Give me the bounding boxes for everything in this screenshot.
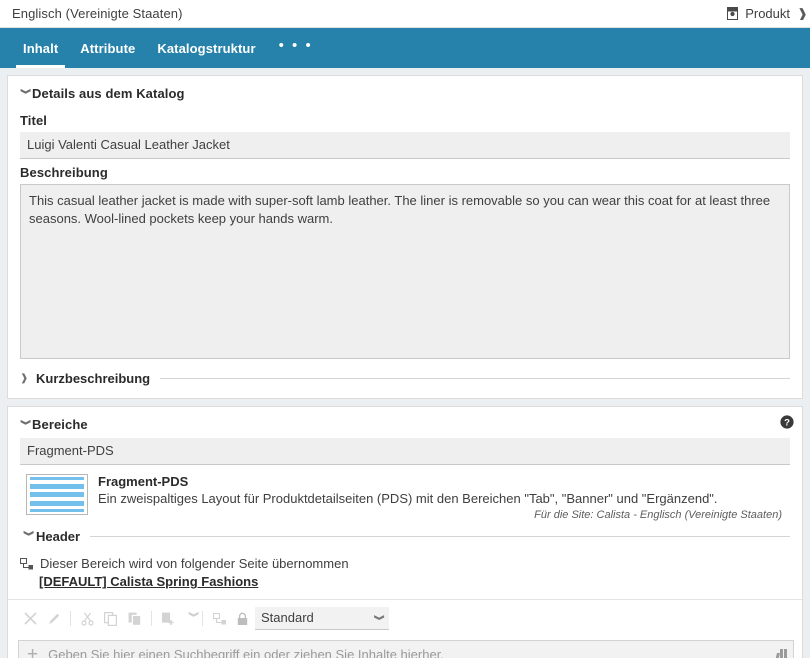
- search-input[interactable]: Geben Sie hier einen Suchbegriff ein ode…: [48, 647, 766, 658]
- editor-toolbar: ❱ Standard ❱: [8, 599, 802, 636]
- bereiche-body: Fragment-PDS Fragment-PDS Ein zweispalti…: [8, 438, 802, 554]
- tab-katalogstruktur[interactable]: Katalogstruktur: [146, 28, 266, 68]
- bereiche-panel-header[interactable]: ❱ Bereiche ?: [8, 407, 802, 438]
- product-icon: [727, 7, 738, 20]
- description-field-label: Beschreibung: [20, 165, 790, 180]
- fragment-header-value[interactable]: Fragment-PDS: [20, 438, 790, 465]
- tab-overflow-button[interactable]: • • •: [267, 28, 325, 68]
- section-divider: [160, 378, 790, 379]
- cut-button[interactable]: [75, 609, 99, 629]
- tab-attribute[interactable]: Attribute: [69, 28, 146, 68]
- inherited-from-page-icon: [20, 558, 33, 570]
- details-panel-header[interactable]: ❱ Details aus dem Katalog: [8, 76, 802, 107]
- title-field-block: Titel Luigi Valenti Casual Leather Jacke…: [8, 113, 802, 159]
- toolbar-divider: [70, 611, 71, 626]
- tab-inhalt[interactable]: Inhalt: [12, 28, 69, 68]
- toolbar-divider: [202, 611, 203, 626]
- tab-katalogstruktur-label: Katalogstruktur: [157, 41, 255, 56]
- tab-attribute-label: Attribute: [80, 41, 135, 56]
- title-field-value[interactable]: Luigi Valenti Casual Leather Jacket: [20, 132, 790, 159]
- inherit-row: Dieser Bereich wird von folgender Seite …: [8, 554, 802, 571]
- content-area: ❱ Details aus dem Katalog Titel Luigi Va…: [0, 68, 810, 658]
- top-bar-right-group: Produkt ❱: [727, 6, 802, 21]
- chevron-down-icon[interactable]: ❱: [20, 87, 30, 101]
- template-select[interactable]: Standard ❱: [255, 607, 389, 630]
- tab-inhalt-label: Inhalt: [23, 41, 58, 56]
- svg-text:?: ?: [784, 417, 790, 428]
- details-panel: ❱ Details aus dem Katalog Titel Luigi Va…: [7, 75, 803, 399]
- chevron-right-icon[interactable]: ❱: [20, 374, 36, 384]
- chevron-down-icon[interactable]: ❱: [23, 529, 33, 545]
- plus-icon[interactable]: +: [27, 645, 38, 658]
- title-field-label: Titel: [20, 113, 790, 128]
- bereiche-panel-title: Bereiche: [32, 417, 88, 432]
- template-select-value: Standard: [261, 610, 314, 625]
- tab-bar: Inhalt Attribute Katalogstruktur • • •: [0, 28, 810, 68]
- description-field-value[interactable]: This casual leather jacket is made with …: [20, 184, 790, 359]
- short-description-label: Kurzbeschreibung: [36, 371, 150, 386]
- content-dropzone[interactable]: + Geben Sie hier einen Suchbegriff ein o…: [18, 640, 794, 658]
- header-section-label: Header: [36, 529, 80, 544]
- resize-handle-icon[interactable]: [776, 648, 787, 658]
- edit-button[interactable]: [42, 609, 66, 629]
- section-divider: [90, 536, 790, 537]
- fragment-description: Ein zweispaltiges Layout für Produktdeta…: [98, 491, 788, 506]
- lock-icon: [237, 612, 248, 626]
- toolbar-divider: [151, 611, 152, 626]
- chevron-down-icon[interactable]: ❱: [20, 418, 30, 432]
- header-section[interactable]: ❱ Header: [20, 525, 790, 554]
- paste-button[interactable]: [123, 609, 147, 629]
- inherit-text: Dieser Bereich wird von folgender Seite …: [40, 556, 349, 571]
- locale-label: Englisch (Vereinigte Staaten): [12, 6, 183, 21]
- fragment-card: Fragment-PDS Ein zweispaltiges Layout fü…: [20, 465, 790, 525]
- inherited-page-link[interactable]: [DEFAULT] Calista Spring Fashions: [39, 574, 802, 589]
- chevron-down-icon: ❱: [373, 613, 384, 621]
- layout-thumbnail: [26, 474, 88, 515]
- fragment-name: Fragment-PDS: [98, 474, 788, 489]
- inherit-toggle-button[interactable]: [207, 609, 231, 629]
- template-select-group: Standard ❱: [237, 607, 389, 630]
- top-bar: Englisch (Vereinigte Staaten) Produkt ❱: [0, 0, 810, 28]
- fragment-info: Fragment-PDS Ein zweispaltiges Layout fü…: [98, 474, 788, 521]
- chevron-right-icon[interactable]: ❱: [797, 7, 806, 20]
- fragment-site: Für die Site: Calista - Englisch (Verein…: [98, 509, 788, 521]
- details-panel-title: Details aus dem Katalog: [32, 86, 185, 101]
- add-page-button[interactable]: [156, 609, 180, 629]
- add-page-dropdown-chevron-down-icon[interactable]: ❱: [179, 610, 199, 628]
- help-icon[interactable]: ?: [780, 415, 794, 429]
- remove-button[interactable]: [18, 609, 42, 629]
- short-description-section[interactable]: ❱ Kurzbeschreibung: [8, 359, 802, 398]
- description-field-block: Beschreibung This casual leather jacket …: [8, 165, 802, 359]
- bereiche-panel: ❱ Bereiche ? Fragment-PDS: [7, 406, 803, 658]
- copy-button[interactable]: [99, 609, 123, 629]
- product-label: Produkt: [745, 6, 790, 21]
